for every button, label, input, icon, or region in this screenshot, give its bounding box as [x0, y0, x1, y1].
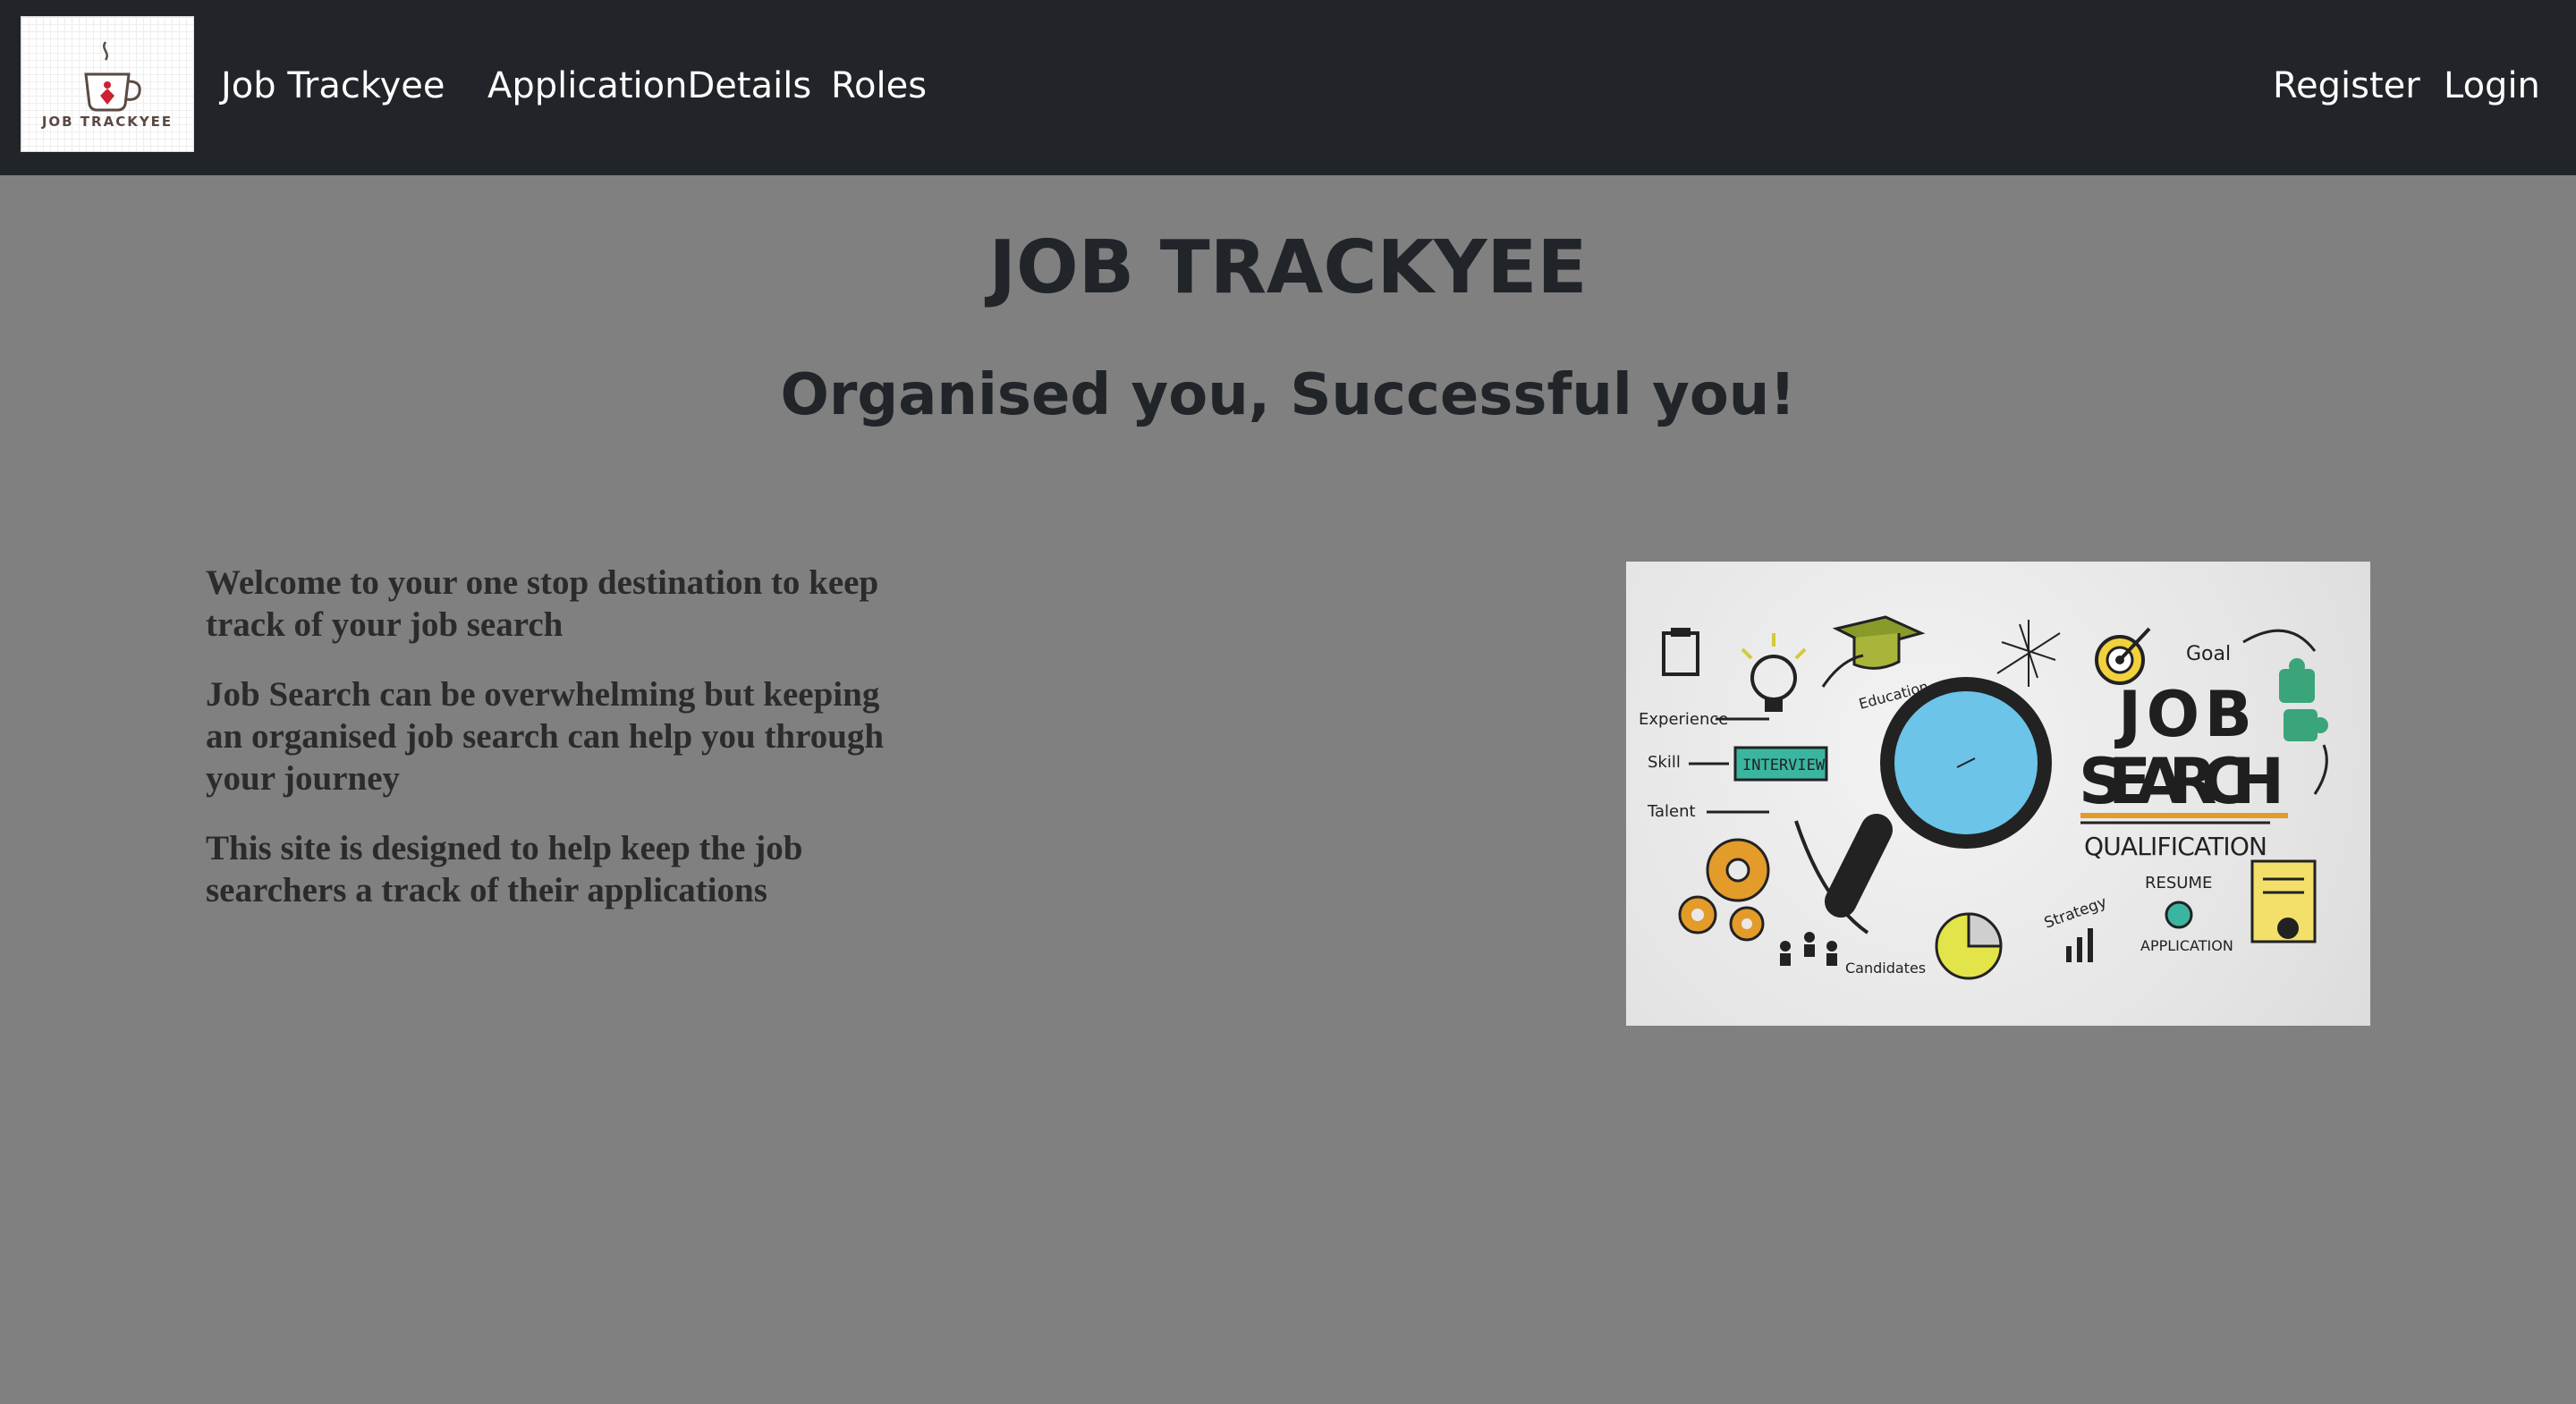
pie-chart-icon	[1935, 912, 2003, 980]
lightbulb-icon	[1741, 633, 1807, 712]
magnifying-glass-icon	[1825, 677, 2052, 918]
coffee-cup-icon	[84, 41, 141, 112]
nav-register-link[interactable]: Register	[2273, 63, 2420, 109]
label-experience: Experience	[1639, 710, 1728, 729]
illustration-headline-job: JOB	[2114, 678, 2252, 751]
label-application: APPLICATION	[2140, 937, 2233, 954]
label-candidates: Candidates	[1845, 960, 1926, 977]
label-strategy: Strategy	[2042, 893, 2109, 933]
certificate-icon	[2250, 859, 2317, 943]
nav-brand-link[interactable]: Job Trackyee	[221, 63, 445, 109]
intro-paragraph-welcome: Welcome to your one stop destination to …	[206, 563, 879, 644]
label-talent: Talent	[1647, 802, 1696, 821]
gears-icon	[1678, 838, 1770, 942]
intro-text: Welcome to your one stop destination to …	[206, 562, 886, 939]
candidates-icon	[1780, 932, 1837, 966]
page-title: JOB TRACKYEE	[988, 225, 1588, 310]
label-interview: INTERVIEW	[1742, 757, 1826, 774]
page-subtitle: Organised you, Successful you!	[780, 362, 1796, 428]
intro-paragraph-overwhelming: Job Search can be overwhelming but keepi…	[206, 675, 885, 798]
bar-chart-icon	[2066, 928, 2093, 962]
intro-paragraph-purpose: This site is designed to help keep the j…	[206, 829, 803, 909]
label-resume: RESUME	[2145, 874, 2212, 892]
clipboard-icon	[1662, 628, 1699, 676]
job-search-illustration: Education Goal Experience Skill INTERVIE…	[1626, 562, 2370, 1026]
nav-application-details-link[interactable]: ApplicationDetails	[487, 63, 811, 109]
label-goal: Goal	[2186, 643, 2231, 665]
label-skill: Skill	[1648, 753, 1681, 772]
target-icon	[2095, 627, 2151, 685]
logo-text: JOB TRACKYEE	[41, 114, 174, 130]
job-search-illustration-art: Education Goal Experience Skill INTERVIE…	[1639, 615, 2328, 980]
top-navbar: JOB TRACKYEE Job Trackyee ApplicationDet…	[0, 0, 2576, 175]
nav-roles-link[interactable]: Roles	[831, 63, 927, 109]
nav-login-link[interactable]: Login	[2444, 63, 2540, 109]
network-icon	[1996, 620, 2061, 687]
puzzle-icon	[2279, 658, 2328, 741]
illustration-headline-search: SEARCH	[2079, 745, 2284, 818]
label-qualification: QUALIFICATION	[2084, 832, 2267, 861]
brand-logo[interactable]: JOB TRACKYEE	[21, 16, 194, 152]
